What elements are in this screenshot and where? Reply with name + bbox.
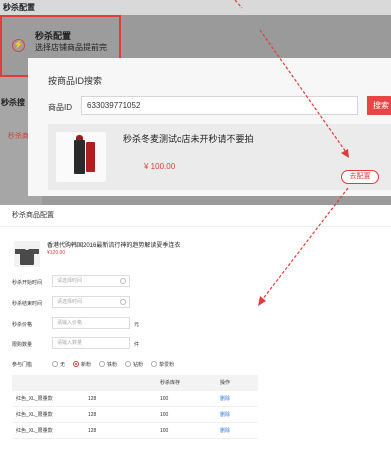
quantity-unit: 件 — [134, 342, 140, 348]
start-time-label: 秒杀开始时间 — [12, 280, 43, 286]
table-row: 红色_XL_限量款 128 100 删除 — [12, 391, 258, 407]
shirt-body — [20, 249, 34, 265]
delete-link[interactable]: 删除 — [220, 407, 258, 422]
radio-option-iron-fan[interactable]: 铁粉 — [99, 361, 117, 368]
lipstick-cap — [74, 140, 85, 174]
price-unit: 元 — [134, 322, 140, 328]
radio-option-none[interactable]: 无 — [52, 361, 65, 368]
radio-label: 铁粉 — [107, 361, 118, 368]
shirt-sleeve-right — [33, 249, 39, 254]
item-price: ¥120.00 — [47, 250, 66, 256]
delete-link[interactable]: 删除 — [220, 423, 258, 438]
clock-icon — [120, 299, 126, 305]
radio-label: 挚爱粉 — [159, 361, 175, 368]
header-cell-action: 操作 — [220, 380, 231, 386]
search-button[interactable]: 搜索 — [367, 96, 391, 115]
radio-label: 无 — [60, 361, 66, 368]
product-title: 秒杀冬麦测试c店未开秒请不要拍 — [123, 134, 254, 144]
header-cell-stock: 秒杀库存 — [160, 380, 181, 386]
menu-card-title: 秒杀配置 — [35, 31, 72, 41]
product-image — [56, 132, 106, 182]
sku-name: 红色_XL_限量款 — [16, 428, 53, 434]
start-time-input[interactable]: 请选择时间 — [52, 275, 130, 287]
header-cell — [12, 375, 88, 391]
product-id-input[interactable]: 633039771052 — [81, 96, 358, 115]
radio-label: 钻粉 — [133, 361, 144, 368]
sidebar-label-seckill-product[interactable]: 秒杀商 — [8, 131, 29, 141]
item-title: 香港代购韩国2016最新流行神的趋势解读夏季连衣 — [47, 243, 181, 249]
sku-name: 红色_XL_限量款 — [16, 396, 53, 402]
radio-circle — [52, 361, 58, 367]
end-time-label: 秒杀结束时间 — [12, 301, 43, 307]
sku-table: 秒杀库存 操作 红色_XL_限量款 128 100 删除 红色_XL_限量款 1… — [12, 375, 258, 439]
seckill-stock[interactable]: 100 — [160, 423, 220, 438]
sku-name: 红色_XL_限量款 — [16, 412, 53, 418]
window-title: 秒杀配置 — [0, 0, 391, 15]
threshold-label: 参与门槛 — [12, 362, 33, 368]
quantity-label: 限购数量 — [12, 342, 33, 348]
item-thumbnail — [14, 241, 40, 267]
delete-link[interactable]: 删除 — [220, 391, 258, 406]
table-row: 红色_XL_限量款 128 100 删除 — [12, 423, 258, 439]
seckill-config-panel: 秒杀商品配置 香港代购韩国2016最新流行神的趋势解读夏季连衣 ¥120.00 … — [0, 205, 391, 449]
table-row: 红色_XL_限量款 128 100 删除 — [12, 407, 258, 423]
sku-stock: 128 — [88, 428, 97, 434]
price-label: 秒杀价格 — [12, 322, 33, 328]
threshold-radio-group: 无 新粉 铁粉 钻粉 挚爱粉 — [52, 359, 174, 369]
radio-option-diamond-fan[interactable]: 钻粉 — [125, 361, 143, 368]
radio-circle-selected — [73, 361, 80, 367]
clock-icon — [120, 278, 126, 284]
sidebar-label-seckill-search[interactable]: 秒杀搜 — [1, 97, 25, 108]
radio-circle — [125, 361, 132, 367]
header-cell — [88, 375, 160, 391]
lipstick-body — [86, 142, 95, 172]
quantity-input[interactable]: 请输入数量 — [52, 337, 130, 349]
sku-stock: 128 — [88, 396, 97, 402]
product-card: 秒杀冬麦测试c店未开秒请不要拍 ¥ 100.00 去配置 — [48, 124, 391, 190]
sku-stock: 128 — [88, 412, 97, 418]
search-heading: 按商品ID搜索 — [48, 76, 103, 86]
price-input[interactable]: 请输入价格 — [52, 317, 130, 329]
radio-option-new-fan[interactable]: 新粉 — [73, 361, 91, 368]
seckill-stock[interactable]: 100 — [160, 391, 220, 406]
search-panel: 按商品ID搜索 商品ID 633039771052 搜索 秒杀冬麦测试c店未开秒… — [28, 58, 391, 196]
seckill-stock[interactable]: 100 — [160, 407, 220, 422]
config-panel-title: 秒杀商品配置 — [0, 205, 391, 227]
radio-circle — [99, 361, 106, 367]
start-time-placeholder: 请选择时间 — [57, 278, 83, 284]
end-time-placeholder: 请选择时间 — [57, 299, 83, 305]
radio-circle — [151, 361, 158, 367]
product-id-label: 商品ID — [48, 103, 72, 112]
table-header: 秒杀库存 操作 — [12, 375, 258, 391]
menu-card-desc: 选择店铺商品提前完 — [35, 43, 107, 52]
radio-label: 新粉 — [81, 361, 92, 368]
go-config-button[interactable]: 去配置 — [341, 170, 379, 184]
lightning-icon: ⚡ — [12, 39, 25, 52]
radio-option-loyal-fan[interactable]: 挚爱粉 — [151, 361, 174, 368]
end-time-input[interactable]: 请选择时间 — [52, 296, 130, 308]
product-price: ¥ 100.00 — [144, 162, 176, 171]
